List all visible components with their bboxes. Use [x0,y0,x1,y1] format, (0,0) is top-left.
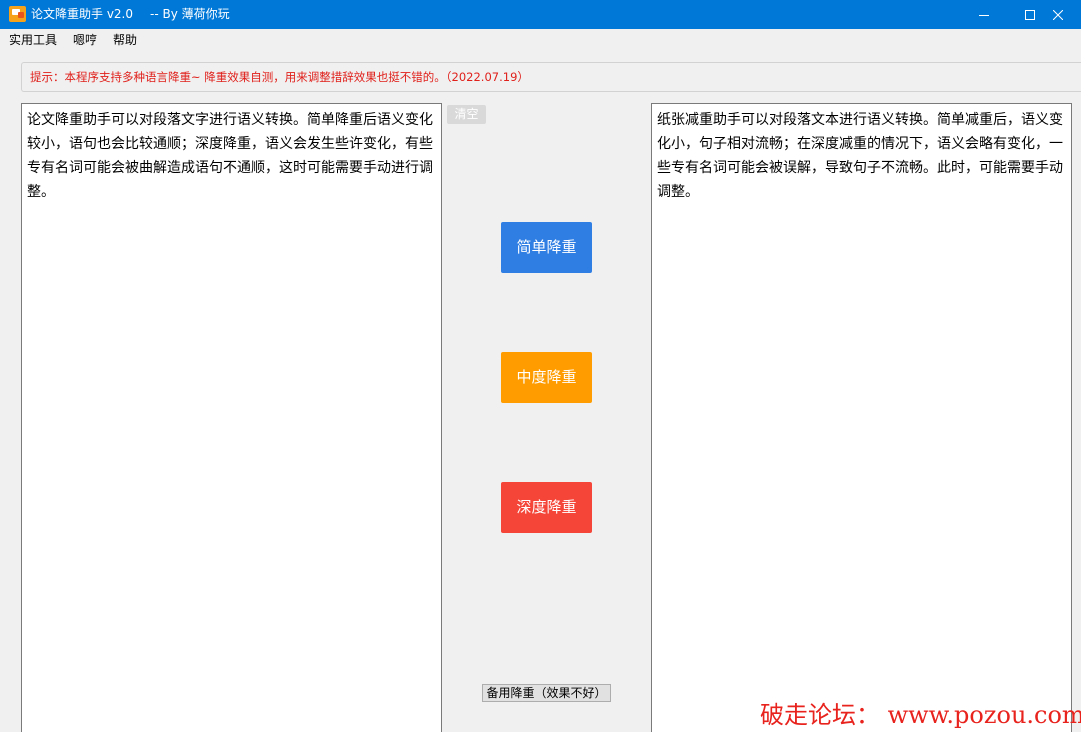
app-icon [9,6,26,22]
menu-bar: 实用工具 嗯哼 帮助 [0,29,1081,51]
input-textarea[interactable]: 论文降重助手可以对段落文字进行语义转换。简单降重后语义变化较小，语句也会比较通顺… [21,103,442,732]
close-button[interactable] [1035,0,1081,29]
backup-rewrite-button[interactable]: 备用降重（效果不好） [482,684,611,702]
clear-button[interactable]: 清空 [447,105,486,124]
maximize-icon [1025,9,1035,20]
close-icon [1053,9,1063,20]
watermark: 破走论坛： www.pozou.com [760,701,1081,729]
tip-bar: 提示：本程序支持多种语言降重~ 降重效果自测，用来调整措辞效果也挺不错的。（20… [21,62,1081,92]
medium-rewrite-button[interactable]: 中度降重 [501,352,592,403]
menu-help[interactable]: 帮助 [113,29,137,51]
menu-tools[interactable]: 实用工具 [9,29,57,51]
simple-rewrite-button[interactable]: 简单降重 [501,222,592,273]
output-textarea[interactable]: 纸张减重助手可以对段落文本进行语义转换。简单减重后，语义变化小，句子相对流畅；在… [651,103,1072,732]
deep-rewrite-button[interactable]: 深度降重 [501,482,592,533]
menu-enheng[interactable]: 嗯哼 [73,29,97,51]
minimize-button[interactable] [961,0,1007,29]
minimize-icon [979,14,989,16]
tip-text: 提示：本程序支持多种语言降重~ 降重效果自测，用来调整措辞效果也挺不错的。（20… [30,70,529,84]
title-bar[interactable]: 论文降重助手 v2.0 -- By 薄荷你玩 [0,0,1081,29]
window-title: 论文降重助手 v2.0 [31,7,134,21]
window-author: -- By 薄荷你玩 [150,7,230,21]
